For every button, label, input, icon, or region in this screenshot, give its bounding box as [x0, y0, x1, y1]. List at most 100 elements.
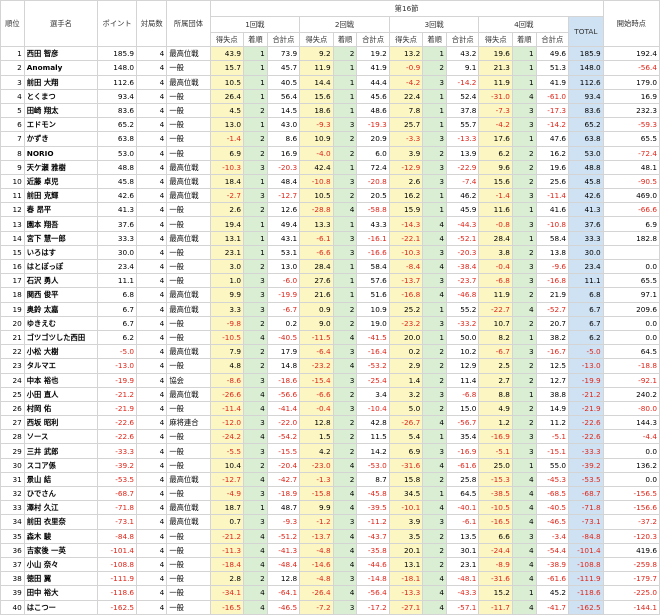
round-1-sum-cell[interactable]: 8.6	[266, 131, 301, 147]
round-2-place-cell[interactable]: 1	[332, 159, 358, 175]
round-2-place-cell[interactable]: 4	[332, 202, 358, 218]
rank-cell[interactable]: 21	[0, 329, 25, 346]
org-cell[interactable]: 最高位戦	[166, 514, 211, 530]
round-3-sum-cell[interactable]: -40.1	[446, 500, 480, 516]
round-3-place-cell[interactable]: 3	[422, 173, 448, 190]
round-2-sum-cell[interactable]: -16.1	[356, 230, 390, 246]
round-2-place-cell[interactable]: 1	[332, 74, 358, 90]
round-2-diff-cell[interactable]: 15.6	[299, 88, 334, 104]
round-1-sum-cell[interactable]: -41.4	[266, 400, 301, 417]
rank-cell[interactable]: 18	[0, 287, 25, 303]
round-1-diff-cell[interactable]: -21.2	[209, 528, 245, 544]
games-cell[interactable]: 4	[136, 117, 168, 133]
round-1-place-cell[interactable]: 3	[243, 301, 268, 317]
header-org[interactable]: 所属団体	[166, 0, 211, 48]
round-1-sum-cell[interactable]: -6.0	[266, 273, 301, 289]
rank-cell[interactable]: 14	[0, 230, 25, 246]
round-1-place-cell[interactable]: 1	[243, 216, 268, 232]
name-cell[interactable]: 中本 裕也	[23, 372, 99, 388]
round-1-place-cell[interactable]: 4	[243, 585, 268, 601]
round-2-sum-cell[interactable]: -39.5	[356, 500, 390, 516]
round-2-sum-cell[interactable]: -43.7	[356, 528, 390, 544]
round-2-sum-cell[interactable]: 14.2	[356, 443, 390, 459]
org-cell[interactable]: 最高位戦	[166, 471, 211, 488]
round-1-place-cell[interactable]: 1	[243, 173, 268, 190]
round-3-diff-cell[interactable]: 13.1	[388, 556, 424, 573]
total-cell[interactable]: 37.6	[568, 216, 604, 232]
round-4-place-cell[interactable]: 1	[511, 230, 537, 246]
round-1-place-cell[interactable]: 2	[243, 571, 268, 587]
total-cell[interactable]: -118.6	[568, 585, 604, 601]
round-4-sum-cell[interactable]: 58.4	[535, 230, 570, 246]
round-4-sum-cell[interactable]: 49.6	[535, 46, 570, 62]
games-cell[interactable]: 4	[136, 571, 168, 587]
round-2-place-cell[interactable]: 2	[332, 301, 358, 317]
round-3-diff-cell[interactable]: 25.7	[388, 117, 424, 133]
round-4-sum-cell[interactable]: -14.2	[535, 117, 570, 133]
org-cell[interactable]: 一般	[166, 599, 211, 615]
round-2-diff-cell[interactable]: 28.4	[299, 258, 334, 275]
round-2-place-cell[interactable]: 4	[332, 485, 358, 502]
round-1-sum-cell[interactable]: -42.7	[266, 471, 301, 488]
round-4-diff-cell[interactable]: 15.2	[478, 585, 513, 601]
round-4-place-cell[interactable]: 1	[511, 457, 537, 473]
round-1-place-cell[interactable]: 4	[243, 599, 268, 615]
round-3-place-cell[interactable]: 1	[422, 329, 448, 346]
name-cell[interactable]: はこつー	[23, 599, 99, 615]
games-cell[interactable]: 4	[136, 443, 168, 459]
points-cell[interactable]: 42.6	[97, 188, 138, 204]
round-3-sum-cell[interactable]: 55.2	[446, 301, 480, 317]
round-3-place-cell[interactable]: 1	[422, 102, 448, 119]
round-4-diff-cell[interactable]: 8.2	[478, 329, 513, 346]
round-1-place-cell[interactable]: 4	[243, 386, 268, 402]
total-cell[interactable]: -22.6	[568, 415, 604, 431]
round-4-sum-cell[interactable]: 51.3	[535, 60, 570, 76]
points-cell[interactable]: 33.3	[97, 230, 138, 246]
round-3-sum-cell[interactable]: -43.3	[446, 585, 480, 601]
round-2-diff-cell[interactable]: 13.3	[299, 216, 334, 232]
start-cell[interactable]: 65.5	[602, 273, 660, 289]
round-1-place-cell[interactable]: 3	[243, 273, 268, 289]
round-1-place-cell[interactable]: 4	[243, 556, 268, 573]
round-4-sum-cell[interactable]: -61.6	[535, 571, 570, 587]
round-3-diff-cell[interactable]: 15.8	[388, 471, 424, 488]
round-3-diff-cell[interactable]: 25.2	[388, 301, 424, 317]
round-2-sum-cell[interactable]: -58.8	[356, 202, 390, 218]
round-1-place-cell[interactable]: 1	[243, 60, 268, 76]
round-3-place-cell[interactable]: 1	[422, 301, 448, 317]
round-3-place-cell[interactable]: 3	[422, 443, 448, 459]
rank-cell[interactable]: 22	[0, 344, 25, 360]
round-3-sum-cell[interactable]: -38.4	[446, 258, 480, 275]
round-1-place-cell[interactable]: 2	[243, 145, 268, 161]
points-cell[interactable]: 6.8	[97, 287, 138, 303]
round-4-sum-cell[interactable]: -15.1	[535, 443, 570, 459]
round-3-place-cell[interactable]: 3	[422, 74, 448, 90]
points-cell[interactable]: 112.6	[97, 74, 138, 90]
round-4-diff-cell[interactable]: -8.9	[478, 556, 513, 573]
round-2-diff-cell[interactable]: 0.9	[299, 301, 334, 317]
rank-cell[interactable]: 24	[0, 372, 25, 388]
points-cell[interactable]: 65.2	[97, 117, 138, 133]
total-cell[interactable]: 33.3	[568, 230, 604, 246]
total-cell[interactable]: -111.9	[568, 571, 604, 587]
round-3-sum-cell[interactable]: 37.8	[446, 102, 480, 119]
round-1-place-cell[interactable]: 4	[243, 528, 268, 544]
start-cell[interactable]: -66.6	[602, 202, 660, 218]
name-cell[interactable]: ソース	[23, 429, 99, 445]
round-4-diff-cell[interactable]: -4.2	[478, 117, 513, 133]
rank-cell[interactable]: 31	[0, 471, 25, 488]
round-3-place-cell[interactable]: 4	[422, 415, 448, 431]
round-2-diff-cell[interactable]: -4.8	[299, 542, 334, 558]
round-1-diff-cell[interactable]: 6.9	[209, 145, 245, 161]
round-4-place-cell[interactable]: 4	[511, 542, 537, 558]
org-cell[interactable]: 一般	[166, 485, 211, 502]
games-cell[interactable]: 4	[136, 542, 168, 558]
round-3-sum-cell[interactable]: -61.6	[446, 457, 480, 473]
total-cell[interactable]: 93.4	[568, 88, 604, 104]
round-2-diff-cell[interactable]: -23.0	[299, 457, 334, 473]
round-3-sum-cell[interactable]: -33.2	[446, 315, 480, 331]
name-cell[interactable]: 村岡 佑	[23, 400, 99, 417]
round-3-place-cell[interactable]: 2	[422, 471, 448, 488]
round-4-diff-cell[interactable]: -22.7	[478, 301, 513, 317]
round-1-diff-cell[interactable]: 26.4	[209, 88, 245, 104]
